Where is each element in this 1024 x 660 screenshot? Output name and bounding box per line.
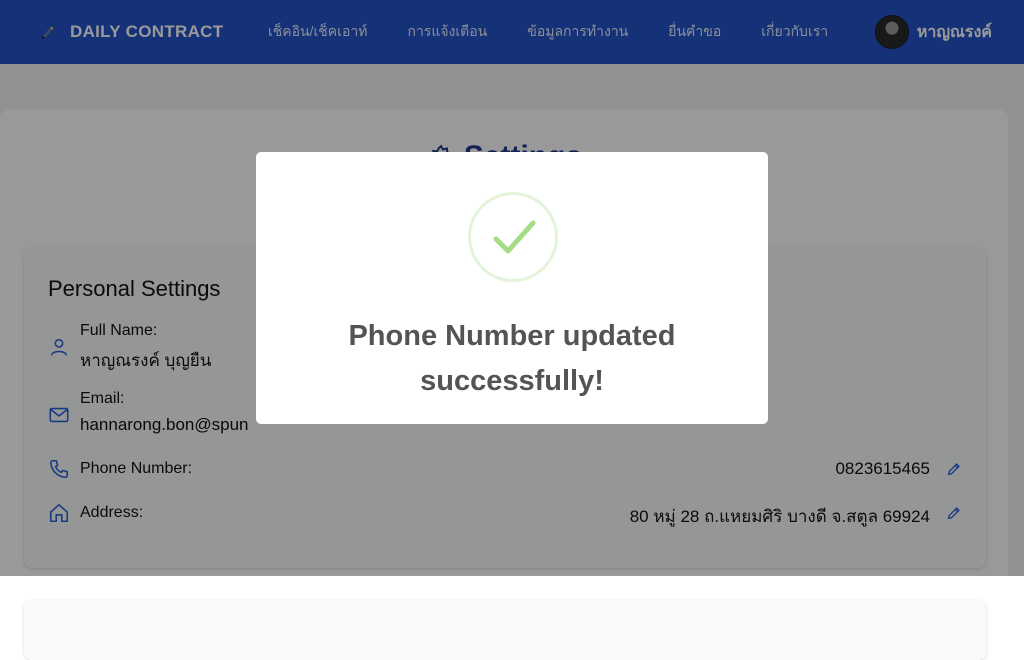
next-settings-section (24, 600, 986, 660)
success-dialog: Phone Number updated successfully! (256, 152, 768, 424)
success-ring (468, 192, 558, 282)
dialog-message: Phone Number updated successfully! (348, 320, 676, 397)
checkmark-icon (493, 220, 536, 254)
